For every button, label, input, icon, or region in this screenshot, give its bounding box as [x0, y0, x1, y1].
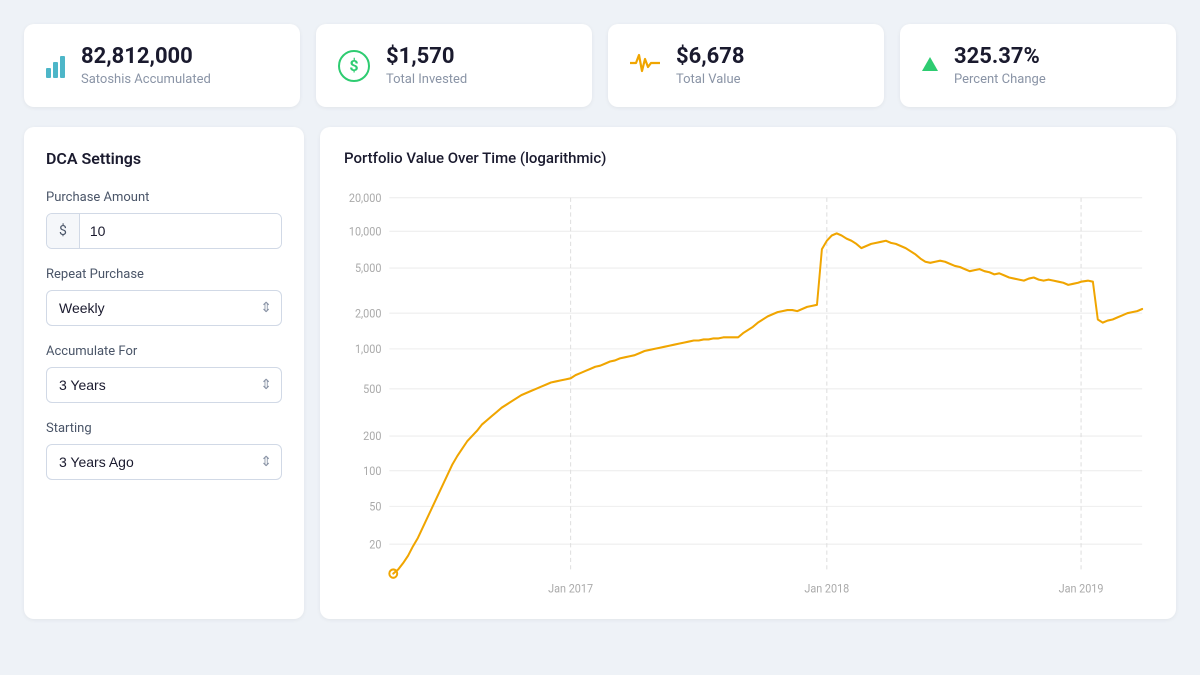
svg-text:500: 500 [363, 383, 381, 396]
satoshis-card: 82,812,000 Satoshis Accumulated [24, 24, 300, 107]
purchase-amount-input[interactable] [80, 214, 281, 248]
starting-group: Starting 1 Year Ago 2 Years Ago 3 Years … [46, 421, 282, 480]
svg-text:5,000: 5,000 [355, 262, 381, 275]
satoshis-label: Satoshis Accumulated [81, 72, 211, 87]
svg-text:2,000: 2,000 [355, 307, 381, 320]
chart-line [393, 234, 1142, 574]
accumulate-for-select-wrapper: 1 Year 2 Years 3 Years 5 Years 10 Years … [46, 367, 282, 403]
percent-change-label: Percent Change [954, 72, 1046, 87]
purchase-amount-input-row: $ .00 [46, 213, 282, 249]
pulse-icon [630, 51, 660, 81]
arrow-up-icon [922, 56, 938, 75]
percent-change-card: 325.37% Percent Change [900, 24, 1176, 107]
purchase-amount-label: Purchase Amount [46, 190, 282, 205]
accumulate-for-select[interactable]: 1 Year 2 Years 3 Years 5 Years 10 Years [46, 367, 282, 403]
settings-title: DCA Settings [46, 149, 282, 168]
repeat-purchase-select[interactable]: Daily Weekly Monthly [46, 290, 282, 326]
total-value-value: $6,678 [676, 44, 745, 70]
purchase-amount-group: Purchase Amount $ .00 [46, 190, 282, 249]
svg-text:20: 20 [369, 538, 381, 551]
starting-label: Starting [46, 421, 282, 436]
accumulate-for-label: Accumulate For [46, 344, 282, 359]
svg-text:100: 100 [363, 465, 381, 478]
repeat-purchase-group: Repeat Purchase Daily Weekly Monthly ⇕ [46, 267, 282, 326]
purchase-amount-suffix: .00 [281, 214, 282, 248]
svg-text:20,000: 20,000 [349, 192, 382, 205]
repeat-purchase-label: Repeat Purchase [46, 267, 282, 282]
total-invested-card: $ $1,570 Total Invested [316, 24, 592, 107]
total-invested-card-text: $1,570 Total Invested [386, 44, 467, 87]
starting-select[interactable]: 1 Year Ago 2 Years Ago 3 Years Ago 5 Yea… [46, 444, 282, 480]
chart-svg: 20,000 10,000 5,000 2,000 1,000 500 200 … [344, 183, 1152, 603]
svg-text:1,000: 1,000 [355, 343, 381, 356]
total-invested-value: $1,570 [386, 44, 467, 70]
svg-text:10,000: 10,000 [349, 226, 382, 239]
svg-text:200: 200 [363, 430, 381, 443]
svg-text:50: 50 [369, 501, 381, 514]
starting-select-wrapper: 1 Year Ago 2 Years Ago 3 Years Ago 5 Yea… [46, 444, 282, 480]
dollar-icon: $ [338, 50, 370, 82]
percent-change-value: 325.37% [954, 44, 1046, 70]
repeat-purchase-select-wrapper: Daily Weekly Monthly ⇕ [46, 290, 282, 326]
bar-chart-icon [46, 50, 65, 82]
satoshis-card-text: 82,812,000 Satoshis Accumulated [81, 44, 211, 87]
top-cards-row: 82,812,000 Satoshis Accumulated $ $1,570… [24, 24, 1176, 107]
chart-area: 20,000 10,000 5,000 2,000 1,000 500 200 … [344, 183, 1152, 603]
svg-text:Jan 2019: Jan 2019 [1059, 583, 1104, 596]
chart-title: Portfolio Value Over Time (logarithmic) [344, 149, 1152, 167]
percent-change-card-text: 325.37% Percent Change [954, 44, 1046, 87]
total-value-card: $6,678 Total Value [608, 24, 884, 107]
satoshis-value: 82,812,000 [81, 44, 211, 70]
settings-panel: DCA Settings Purchase Amount $ .00 Repea… [24, 127, 304, 619]
svg-text:Jan 2017: Jan 2017 [548, 583, 593, 596]
total-value-label: Total Value [676, 72, 745, 87]
svg-text:Jan 2018: Jan 2018 [804, 583, 849, 596]
purchase-amount-prefix: $ [47, 214, 80, 248]
total-value-card-text: $6,678 Total Value [676, 44, 745, 87]
accumulate-for-group: Accumulate For 1 Year 2 Years 3 Years 5 … [46, 344, 282, 403]
chart-panel: Portfolio Value Over Time (logarithmic) … [320, 127, 1176, 619]
bottom-section: DCA Settings Purchase Amount $ .00 Repea… [24, 127, 1176, 619]
total-invested-label: Total Invested [386, 72, 467, 87]
